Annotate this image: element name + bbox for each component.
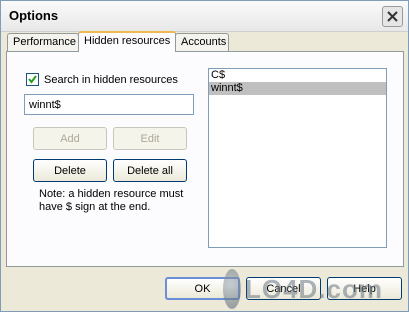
- search-hidden-checkbox-label: Search in hidden resources: [44, 73, 178, 86]
- options-dialog: Options Performance Hidden resources Acc…: [0, 0, 409, 312]
- ok-button[interactable]: OK: [165, 277, 240, 300]
- list-item-selected[interactable]: winnt$: [209, 82, 386, 95]
- hidden-resources-list[interactable]: C$ winnt$: [208, 68, 387, 248]
- search-hidden-checkbox-row[interactable]: Search in hidden resources: [26, 73, 178, 86]
- list-item[interactable]: C$: [209, 69, 386, 82]
- help-button[interactable]: Help: [327, 277, 402, 300]
- delete-button[interactable]: Delete: [33, 159, 107, 182]
- close-button[interactable]: [382, 6, 403, 27]
- hidden-resource-input[interactable]: [24, 94, 194, 115]
- hidden-resources-panel: Search in hidden resources Add Edit Dele…: [6, 51, 404, 267]
- delete-all-button[interactable]: Delete all: [113, 159, 187, 182]
- dialog-title: Options: [9, 8, 59, 23]
- tab-accounts[interactable]: Accounts: [175, 33, 229, 51]
- close-icon: [387, 11, 398, 22]
- search-hidden-checkbox[interactable]: [26, 73, 39, 86]
- cancel-button[interactable]: Cancel: [246, 277, 321, 300]
- title-bar: Options: [1, 1, 408, 32]
- add-button[interactable]: Add: [33, 127, 107, 150]
- note-text: Note: a hidden resource must have $ sign…: [39, 188, 184, 213]
- tab-performance[interactable]: Performance: [7, 33, 79, 51]
- checkmark-icon: [28, 75, 37, 84]
- tab-hidden-resources[interactable]: Hidden resources: [78, 31, 176, 52]
- edit-button[interactable]: Edit: [113, 127, 187, 150]
